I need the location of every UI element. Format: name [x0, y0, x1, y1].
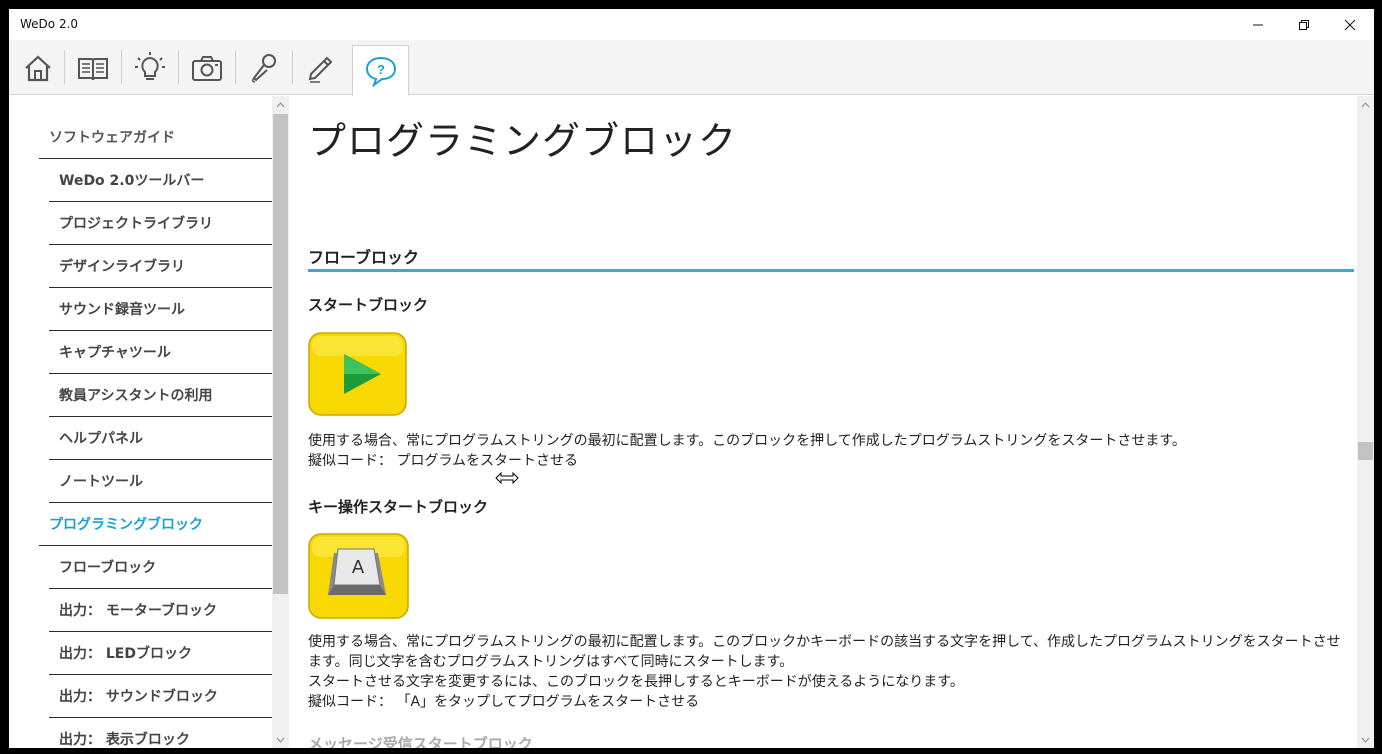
minimize-button[interactable]	[1235, 9, 1281, 40]
sidebar-item[interactable]: デザインライブラリ	[49, 245, 272, 288]
title-bar: WeDo 2.0	[9, 9, 1374, 40]
scroll-down-icon[interactable]	[272, 731, 289, 748]
page-title: プログラミングブロック	[308, 119, 738, 163]
resize-cursor-icon	[495, 469, 519, 488]
window-title: WeDo 2.0	[20, 17, 79, 31]
lightbulb-icon	[134, 51, 165, 80]
book-icon	[77, 57, 108, 80]
sidebar-item[interactable]: 出力： モーターブロック	[49, 589, 272, 632]
sidebar-item[interactable]: ヘルプパネル	[49, 417, 272, 460]
sidebar-item[interactable]: 出力： サウンドブロック	[49, 675, 272, 718]
sidebar-item[interactable]: 出力： 表示ブロック	[49, 718, 272, 748]
key-block-icon: A	[308, 533, 409, 619]
scroll-thumb[interactable]	[273, 114, 288, 594]
sidebar-item[interactable]: ノートツール	[49, 460, 272, 503]
camera-icon	[191, 55, 222, 81]
scroll-up-icon[interactable]	[1357, 96, 1374, 113]
sidebar-item[interactable]: キャプチャツール	[49, 331, 272, 374]
pencil-icon	[308, 56, 332, 83]
close-icon	[1344, 19, 1356, 30]
key-start-block-image: A	[308, 533, 409, 623]
sidebar-item[interactable]: プロジェクトライブラリ	[49, 202, 272, 245]
restore-button[interactable]	[1281, 9, 1327, 40]
block-title-key-start: キー操作スタートブロック	[308, 498, 489, 516]
description-line: 使用する場合、常にプログラムストリングの最初に配置します。このブロックを押して作…	[308, 433, 1186, 449]
play-block-icon	[308, 332, 407, 416]
sound-recording-button[interactable]	[235, 40, 292, 95]
home-button[interactable]	[9, 40, 66, 95]
capture-tool-button[interactable]	[178, 40, 235, 95]
key-letter: A	[352, 557, 365, 578]
start-block-image	[308, 332, 407, 420]
help-icon: ?	[365, 56, 396, 87]
project-library-button[interactable]	[64, 40, 121, 95]
microphone-icon	[251, 53, 276, 83]
sidebar-item[interactable]: サウンド録音ツール	[49, 288, 272, 331]
scroll-down-icon[interactable]	[1357, 731, 1374, 748]
restore-icon	[1299, 19, 1309, 30]
pseudo-code-line: 擬似コード： 「A」をタップしてプログラムをスタートさせる	[308, 694, 700, 710]
scroll-thumb[interactable]	[1358, 442, 1373, 460]
help-content: プログラミングブロック フローブロック スタートブロック 使用する場合、常にプロ…	[289, 96, 1357, 748]
note-tool-button[interactable]	[292, 40, 349, 95]
sidebar-item[interactable]: 出力： LEDブロック	[49, 632, 272, 675]
content-scrollbar[interactable]	[1357, 96, 1374, 748]
svg-text:?: ?	[377, 62, 385, 77]
sidebar-item[interactable]: 教員アシスタントの利用	[49, 374, 272, 417]
design-library-button[interactable]	[121, 40, 178, 95]
sidebar-item[interactable]: プログラミングブロック	[39, 503, 272, 546]
sidebar-scrollbar[interactable]	[272, 96, 289, 748]
section-heading: フローブロック	[308, 248, 420, 267]
pseudo-code-line: 擬似コード： プログラムをスタートさせる	[308, 453, 579, 469]
help-nav-list: ソフトウェアガイド WeDo 2.0ツールバー プロジェクトライブラリ デザインライブ…	[39, 116, 272, 748]
description-line: 使用する場合、常にプログラムストリングの最初に配置します。このブロックかキーボー…	[308, 634, 1341, 670]
minimize-icon	[1253, 24, 1263, 25]
help-button[interactable]: ?	[352, 45, 409, 96]
sidebar-item[interactable]: ソフトウェアガイド	[39, 116, 272, 159]
sidebar-item[interactable]: フローブロック	[49, 546, 272, 589]
main-toolbar: ?	[9, 40, 1374, 96]
key-start-block-description: 使用する場合、常にプログラムストリングの最初に配置します。このブロックかキーボー…	[308, 632, 1348, 712]
close-button[interactable]	[1327, 9, 1373, 40]
start-block-description: 使用する場合、常にプログラムストリングの最初に配置します。このブロックを押して作…	[308, 431, 1348, 471]
block-title-message-start: メッセージ受信スタートブロック	[308, 735, 533, 748]
scroll-up-icon[interactable]	[272, 96, 289, 113]
description-line: スタートさせる文字を変更するには、このブロックを長押しするとキーボードが使えるよ…	[308, 674, 964, 690]
section-divider	[308, 269, 1354, 272]
block-title-start: スタートブロック	[308, 296, 429, 314]
sidebar-item[interactable]: WeDo 2.0ツールバー	[49, 159, 272, 202]
home-icon	[24, 55, 51, 81]
help-sidebar: ソフトウェアガイド WeDo 2.0ツールバー プロジェクトライブラリ デザインライブ…	[9, 96, 289, 748]
app-window: WeDo 2.0 ? ソフトウェアガイド WeDo 2.0ツールバー プロジェク…	[9, 9, 1374, 748]
